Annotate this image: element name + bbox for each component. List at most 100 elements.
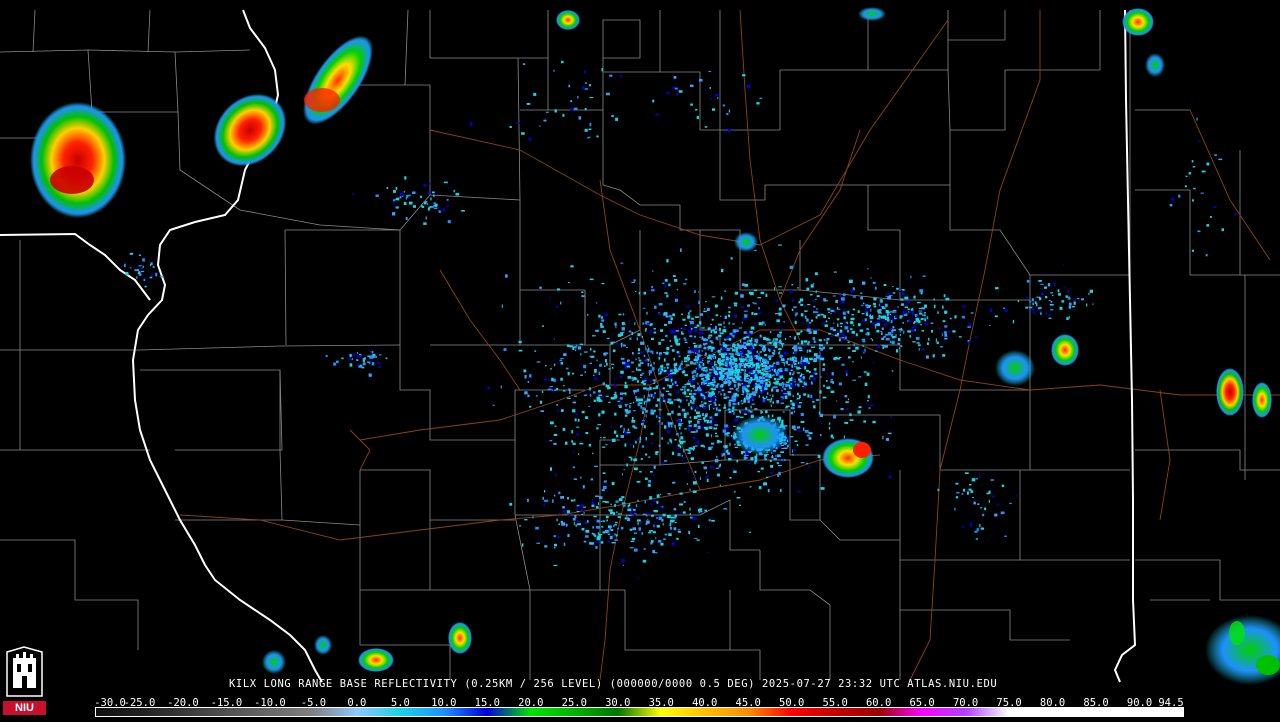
echo-speckle xyxy=(631,537,636,541)
echo-speckle xyxy=(813,353,818,357)
echo-speckle xyxy=(907,308,910,311)
echo-speckle xyxy=(734,304,738,307)
echo-speckle xyxy=(1048,317,1052,319)
echo-speckle xyxy=(1017,300,1020,303)
echo-speckle xyxy=(875,337,878,339)
echo-speckle xyxy=(647,345,649,347)
echo-speckle xyxy=(581,513,584,516)
echo-speckle xyxy=(361,366,365,369)
echo-speckle xyxy=(792,298,794,302)
echo-speckle xyxy=(722,359,725,361)
echo-speckle xyxy=(875,350,878,352)
echo-speckle xyxy=(746,84,751,88)
echo-speckle xyxy=(890,415,892,418)
echo-speckle xyxy=(932,354,935,358)
echo-speckle xyxy=(847,398,849,401)
echo-speckle xyxy=(969,484,972,486)
echo-speckle xyxy=(610,529,614,531)
echo-speckle xyxy=(787,393,792,396)
echo-speckle xyxy=(618,313,622,316)
echo-speckle xyxy=(723,326,726,328)
colorbar-segment xyxy=(96,708,140,716)
echo-speckle xyxy=(702,383,704,387)
echo-speckle xyxy=(644,500,646,504)
echo-speckle xyxy=(698,291,700,293)
echo-speckle xyxy=(676,447,679,450)
echo-speckle xyxy=(1037,309,1040,311)
echo-speckle xyxy=(830,380,833,383)
echo-speckle xyxy=(901,289,905,291)
echo-speckle xyxy=(523,369,527,373)
echo-speckle xyxy=(571,440,574,443)
echo-speckle xyxy=(797,405,802,408)
echo-speckle xyxy=(605,501,608,503)
echo-speckle xyxy=(892,326,895,329)
echo-speckle xyxy=(588,405,590,407)
echo-speckle xyxy=(760,389,763,391)
echo-speckle xyxy=(934,304,936,309)
echo-speckle xyxy=(722,104,725,107)
echo-speckle xyxy=(603,352,607,356)
echo-speckle xyxy=(817,314,821,317)
echo-speckle xyxy=(554,543,557,547)
echo-speckle xyxy=(775,380,779,383)
echo-speckle xyxy=(794,401,797,403)
echo-speckle xyxy=(710,387,713,390)
echo-speckle xyxy=(661,339,665,341)
echo-speckle xyxy=(764,387,768,390)
echo-speckle xyxy=(623,392,627,395)
echo-speckle xyxy=(551,377,554,382)
echo-speckle xyxy=(427,207,430,211)
echo-speckle xyxy=(895,334,897,338)
echo-speckle xyxy=(518,340,522,344)
echo-speckle xyxy=(662,282,665,284)
echo-speckle xyxy=(694,328,698,332)
echo-speckle xyxy=(773,457,777,461)
echo-speckle xyxy=(687,427,691,431)
echo-speckle xyxy=(645,409,648,413)
echo-speckle xyxy=(596,396,601,400)
echo-speckle xyxy=(651,367,655,371)
echo-speckle xyxy=(772,362,776,364)
echo-speckle xyxy=(707,356,711,359)
echo-speckle xyxy=(900,327,902,331)
echo-speckle xyxy=(1171,198,1175,201)
echo-speckle xyxy=(752,387,754,390)
echo-speckle xyxy=(806,369,809,372)
echo-speckle xyxy=(600,323,603,327)
echo-speckle xyxy=(907,301,911,304)
echo-speckle xyxy=(532,515,534,519)
echo-speckle xyxy=(583,364,587,369)
echo-speckle xyxy=(878,309,881,313)
echo-speckle xyxy=(509,503,513,506)
echo-speckle xyxy=(567,372,570,376)
echo-speckle xyxy=(604,313,608,317)
echo-speckle xyxy=(865,313,869,316)
echo-speckle xyxy=(712,374,716,378)
echo-speckle xyxy=(584,371,586,374)
echo-speckle xyxy=(1068,305,1071,309)
echo-speckle xyxy=(603,480,607,483)
echo-speckle xyxy=(717,328,719,331)
echo-speckle xyxy=(676,433,679,436)
echo-speckle xyxy=(732,468,735,471)
echo-speckle xyxy=(611,481,615,486)
echo-speckle xyxy=(910,308,913,311)
echo-speckle xyxy=(853,343,855,347)
echo-speckle xyxy=(980,527,984,530)
echo-speckle xyxy=(733,470,737,473)
echo-speckle xyxy=(665,315,669,318)
echo-speckle xyxy=(749,331,754,333)
echo-speckle xyxy=(691,328,693,330)
echo-speckle xyxy=(729,477,732,479)
echo-speckle xyxy=(560,301,562,305)
echo-speckle xyxy=(740,411,742,414)
echo-speckle xyxy=(695,445,698,447)
echo-speckle xyxy=(728,376,730,378)
echo-speckle xyxy=(916,342,920,344)
echo-speckle xyxy=(1071,306,1075,308)
echo-speckle xyxy=(606,519,608,522)
echo-speckle xyxy=(625,411,630,414)
echo-speckle xyxy=(787,358,790,361)
echo-speckle xyxy=(687,329,692,334)
